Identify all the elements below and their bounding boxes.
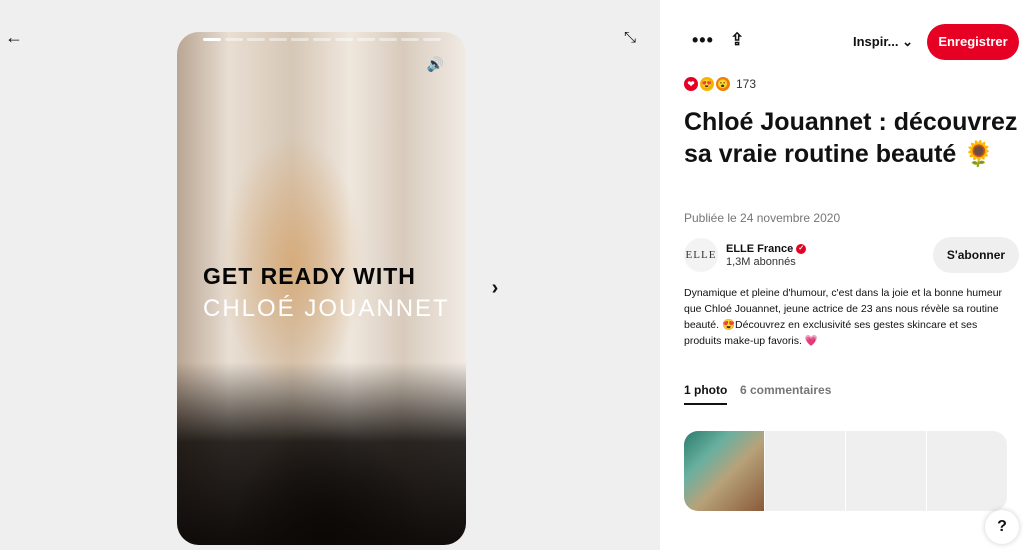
story-title-line2: CHLOÉ JOUANNET [203, 295, 450, 322]
publish-date: Publiée le 24 novembre 2020 [684, 211, 841, 225]
pin-title: Chloé Jouannet : découvrez sa vraie rout… [684, 108, 1018, 168]
story-title-line1: GET READY WITH [203, 263, 416, 289]
progress-segment [379, 38, 397, 41]
help-button[interactable]: ? [985, 510, 1019, 544]
more-options-icon[interactable]: ••• [692, 30, 714, 51]
gallery-placeholder [765, 431, 845, 511]
heart-reaction-icon: ❤ [684, 77, 698, 91]
progress-segment [225, 38, 243, 41]
follower-count: 1,3M abonnés [726, 256, 796, 268]
love-reaction-icon: 😍 [700, 77, 714, 91]
progress-segment [203, 38, 221, 41]
pin-page: ← ⤡ 🔊 GET READY WITH CHLOÉ JOUANNET › ••… [0, 0, 1024, 550]
details-panel: ••• ⇪ Inspir... ⌄ Enregistrer ❤ 😍 😮 173 … [660, 0, 1024, 550]
profile-name[interactable]: ELLE France ✓ [726, 243, 807, 255]
story-video[interactable]: 🔊 GET READY WITH CHLOÉ JOUANNET [177, 32, 466, 545]
wow-reaction-icon: 😮 [716, 77, 730, 91]
progress-segment [401, 38, 419, 41]
gallery-placeholder [927, 431, 1007, 511]
pin-description: Dynamique et pleine d'humour, c'est dans… [684, 287, 1003, 347]
media-panel: ← ⤡ 🔊 GET READY WITH CHLOÉ JOUANNET › [0, 0, 660, 550]
progress-segment [291, 38, 309, 41]
progress-segment [269, 38, 287, 41]
story-progress-bar [203, 38, 441, 41]
profile-name-label: ELLE France [726, 243, 794, 255]
progress-segment [247, 38, 265, 41]
next-chevron-icon[interactable]: › [484, 276, 506, 300]
progress-segment [357, 38, 375, 41]
board-select-label: Inspir... [853, 34, 899, 49]
save-button[interactable]: Enregistrer [927, 24, 1019, 60]
board-select[interactable]: Inspir... ⌄ [853, 34, 913, 50]
share-icon[interactable]: ⇪ [730, 30, 744, 50]
avatar[interactable]: ELLE [684, 238, 718, 272]
progress-segment [423, 38, 441, 41]
back-arrow-icon[interactable]: ← [4, 27, 24, 47]
progress-segment [335, 38, 353, 41]
verified-badge-icon: ✓ [796, 244, 807, 254]
tab-comments[interactable]: 6 commentaires [740, 383, 831, 397]
gallery-placeholder [846, 431, 926, 511]
photo-gallery [684, 431, 1007, 511]
volume-icon[interactable]: 🔊 [427, 56, 444, 73]
reaction-count: 173 [736, 77, 757, 91]
reactions-summary[interactable]: ❤ 😍 😮 173 [684, 77, 756, 91]
expand-icon[interactable]: ⤡ [620, 28, 640, 48]
gallery-thumbnail[interactable] [684, 431, 764, 511]
progress-segment [313, 38, 331, 41]
tab-photo[interactable]: 1 photo [684, 383, 728, 405]
chevron-down-icon: ⌄ [902, 34, 914, 49]
follow-button[interactable]: S'abonner [933, 237, 1019, 273]
